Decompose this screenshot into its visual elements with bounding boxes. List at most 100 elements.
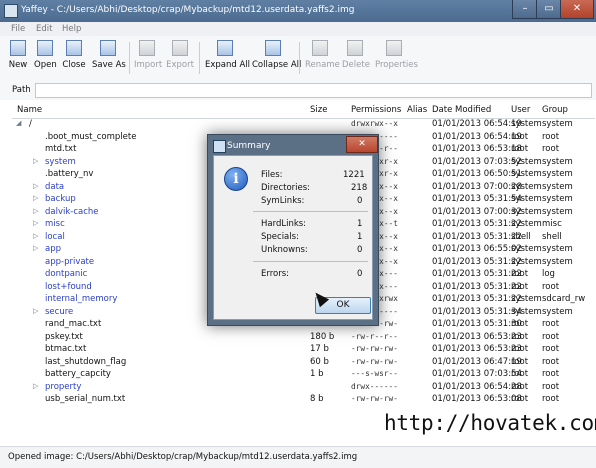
- row-date-modified: 01/01/2013 06:53:23: [432, 331, 522, 342]
- tree-expander-icon[interactable]: ▷: [33, 382, 38, 390]
- symlinks-label: SymLinks:: [261, 196, 305, 206]
- tree-expander-icon[interactable]: ▷: [33, 207, 38, 215]
- tree-expander-icon[interactable]: ▷: [33, 194, 38, 202]
- specials-label: Specials:: [261, 232, 299, 242]
- close-file-icon: [66, 40, 82, 56]
- row-size: 8 b: [310, 394, 324, 404]
- status-bar: Opened image: C:/Users/Abhi/Desktop/crap…: [0, 446, 596, 468]
- expand-all-icon: [217, 40, 233, 56]
- table-row[interactable]: usb_serial_num.txt 8 b -rw-rw-rw- 01/01/201…: [12, 393, 595, 406]
- column-header-user[interactable]: User: [511, 105, 530, 115]
- menu-edit[interactable]: Edit: [36, 24, 52, 34]
- tree-expander-icon[interactable]: ▷: [33, 232, 38, 240]
- column-header-group[interactable]: Group: [542, 105, 568, 115]
- table-row[interactable]: battery_capcity 1 b ---s-wsr-- 01/01/2013 0…: [12, 368, 595, 381]
- column-header-date[interactable]: Date Modified: [432, 105, 491, 115]
- row-permissions: -rw-rw-rw-: [351, 356, 398, 366]
- row-user: root: [511, 369, 529, 379]
- row-name: .battery_nv: [45, 169, 94, 179]
- row-name: dontpanic: [45, 269, 88, 279]
- delete-button[interactable]: Delete: [342, 40, 370, 70]
- table-row[interactable]: pskey.txt 180 b -rw-r--r-- 01/01/2013 06:53…: [12, 331, 595, 344]
- window-title: Yaffey - C:/Users/Abhi/Desktop/crap/Myba…: [21, 5, 355, 15]
- app-icon: [4, 4, 18, 18]
- row-user: system: [511, 169, 542, 179]
- row-size: 1 b: [310, 369, 324, 379]
- dialog-close-button[interactable]: ✕: [346, 136, 378, 153]
- table-row[interactable]: last_shutdown_flag 60 b -rw-rw-rw- 01/01/20…: [12, 356, 595, 369]
- tree-expander-icon[interactable]: ▷: [33, 307, 38, 315]
- row-date-modified: 01/01/2013 06:55:02: [432, 244, 522, 254]
- row-group: system: [542, 306, 573, 317]
- table-row[interactable]: btmac.txt 17 b -rw-rw-rw- 01/01/2013 06:53:…: [12, 343, 595, 356]
- window-close-button[interactable]: ✕: [560, 0, 594, 19]
- column-header-alias[interactable]: Alias: [407, 105, 427, 115]
- dialog-app-icon: [213, 140, 226, 153]
- row-name: property: [45, 381, 82, 392]
- row-user: root: [511, 281, 529, 292]
- row-name: mtd.txt: [45, 144, 77, 154]
- import-icon: [139, 40, 155, 56]
- row-group: root: [542, 131, 560, 142]
- tree-expander-icon[interactable]: ◢: [16, 119, 21, 127]
- row-name: backup: [45, 194, 76, 204]
- save-as-button[interactable]: Save As: [92, 40, 126, 70]
- row-size: 60 b: [310, 356, 329, 367]
- rename-button[interactable]: Rename: [305, 40, 340, 70]
- minimize-button[interactable]: –: [512, 0, 538, 19]
- menu-help[interactable]: Help: [62, 24, 81, 34]
- row-name: local: [45, 231, 65, 242]
- row-name: lost+found: [45, 281, 92, 292]
- divider: [253, 261, 368, 262]
- import-button-label: Import: [134, 60, 163, 70]
- path-input[interactable]: [35, 83, 592, 98]
- expand-all-button[interactable]: Expand All: [205, 40, 251, 70]
- maximize-button[interactable]: ▭: [536, 0, 562, 19]
- row-user: system: [511, 244, 542, 254]
- row-user: system: [511, 256, 542, 267]
- row-user: root: [511, 331, 529, 342]
- row-user: system: [511, 206, 542, 217]
- tree-expander-icon[interactable]: ▷: [33, 157, 38, 165]
- row-group: system: [542, 169, 573, 179]
- column-header-size[interactable]: Size: [310, 105, 327, 115]
- export-button[interactable]: Export: [166, 40, 194, 70]
- table-row[interactable]: ◢ / drwxrwx--x 01/01/2013 06:54:19 system sys…: [12, 118, 595, 131]
- tree-expander-icon[interactable]: ▷: [33, 244, 38, 252]
- title-bar: Yaffey - C:/Users/Abhi/Desktop/crap/Myba…: [0, 0, 596, 22]
- dialog-body: i Files: 1221 Directories: 218 SymLinks:…: [213, 155, 373, 320]
- row-permissions: -rw-rw-rw-: [351, 394, 398, 403]
- collapse-all-button[interactable]: Collapse All: [252, 40, 302, 70]
- collapse-all-button-label: Collapse All: [252, 60, 302, 70]
- row-name: last_shutdown_flag: [45, 356, 127, 367]
- row-name: internal_memory: [45, 294, 118, 304]
- row-name: data: [45, 181, 65, 192]
- row-date-modified: 01/01/2013 07:03:54: [432, 369, 522, 379]
- row-user: root: [511, 319, 529, 329]
- row-name: /: [29, 119, 32, 129]
- import-button[interactable]: Import: [134, 40, 163, 70]
- row-date-modified: 01/01/2013 06:53:23: [432, 344, 522, 354]
- dialog-title: Summary: [227, 141, 271, 151]
- row-group: root: [542, 356, 560, 367]
- table-row[interactable]: ▷ property drwx------ 01/01/2013 06:54:28 ro…: [12, 381, 595, 394]
- row-permissions: -rw-rw-rw-: [351, 344, 398, 353]
- row-name: dalvik-cache: [45, 206, 99, 217]
- row-date-modified: 01/01/2013 05:31:22: [432, 256, 522, 267]
- row-group: root: [542, 281, 560, 292]
- close-button[interactable]: Close: [62, 40, 86, 70]
- export-button-label: Export: [166, 60, 194, 70]
- row-date-modified: 01/01/2013 06:53:08: [432, 394, 522, 404]
- row-user: root: [511, 356, 529, 367]
- tree-expander-icon[interactable]: ▷: [33, 219, 38, 227]
- row-date-modified: 01/01/2013 05:31:22: [432, 231, 522, 242]
- open-button[interactable]: Open: [34, 40, 57, 70]
- menu-file[interactable]: File: [11, 24, 25, 34]
- column-header-name[interactable]: Name: [17, 105, 42, 115]
- toolbar: New Open Close Save As Import Export Exp…: [0, 36, 596, 81]
- expand-all-button-label: Expand All: [205, 60, 251, 70]
- new-button[interactable]: New: [8, 40, 28, 70]
- properties-button[interactable]: Properties: [375, 40, 418, 70]
- column-header-permissions[interactable]: Permissions: [351, 105, 401, 115]
- tree-expander-icon[interactable]: ▷: [33, 182, 38, 190]
